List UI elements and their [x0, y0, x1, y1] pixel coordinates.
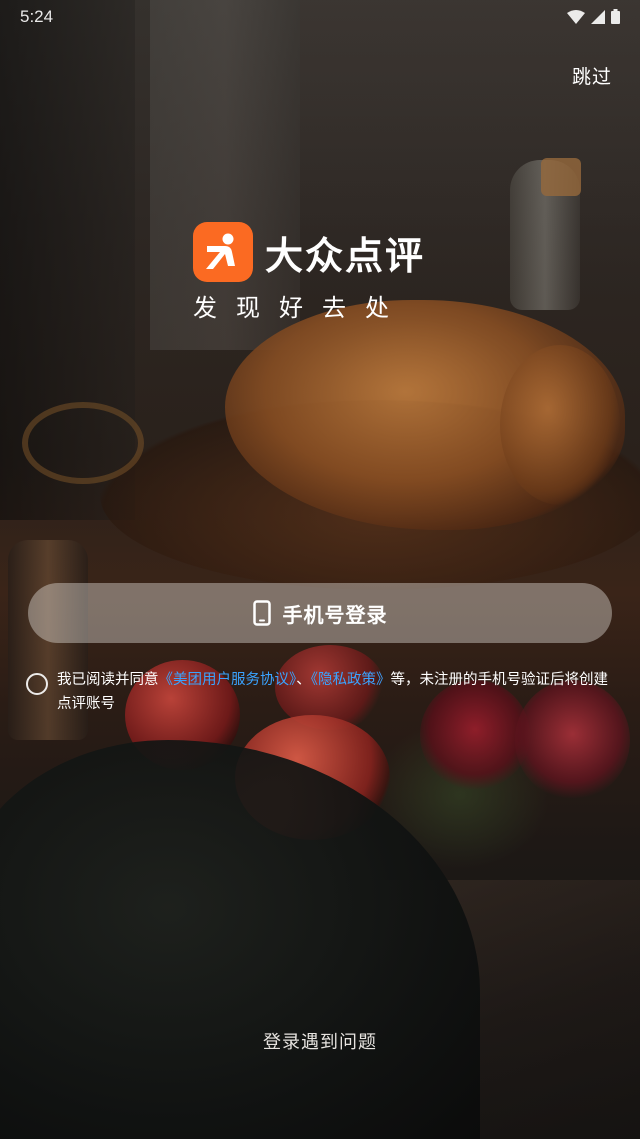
status-bar: 5:24	[0, 0, 640, 34]
background-bottle	[510, 160, 580, 310]
brand-slogan: 发现好去处	[193, 294, 408, 322]
background-apple	[235, 715, 390, 840]
status-time: 5:24	[20, 7, 54, 26]
agreement-separator: 、	[296, 672, 311, 688]
background-table	[380, 880, 640, 1139]
service-agreement-link[interactable]: 《美团用户服务协议》	[159, 672, 297, 688]
background-pillar	[0, 0, 135, 520]
signal-icon	[591, 9, 605, 24]
background-cloth	[0, 740, 480, 1139]
skip-button[interactable]: 跳过	[572, 62, 612, 89]
login-screen: 5:24 跳过 大众点评 发现好去处 手机号登录 我已阅读并同意《美团用户服务协…	[0, 0, 640, 1139]
battery-icon	[611, 9, 620, 24]
phone-login-label: 手机号登录	[282, 602, 388, 627]
login-trouble-link[interactable]: 登录遇到问题	[0, 1028, 640, 1054]
background-roasting-pan	[100, 400, 640, 590]
background-leaves	[370, 720, 550, 870]
agreement-checkbox[interactable]	[26, 673, 48, 695]
privacy-policy-link[interactable]: 《隐私政策》	[311, 672, 391, 688]
dianping-person-icon	[193, 222, 253, 282]
background-turkey-leg	[500, 345, 620, 505]
agreement-text: 我已阅读并同意《美团用户服务协议》、《隐私政策》等，未注册的手机号验证后将创建点…	[57, 668, 617, 716]
phone-login-button[interactable]: 手机号登录	[28, 583, 612, 643]
brand-logo: 大众点评	[193, 222, 425, 282]
brand-name: 大众点评	[265, 233, 426, 278]
wifi-icon	[567, 9, 585, 24]
background-pan-handle	[22, 402, 144, 484]
background-bottle-cork	[541, 158, 581, 196]
agreement-prefix: 我已阅读并同意	[57, 672, 159, 688]
mobile-phone-icon	[252, 600, 271, 626]
background-roast-turkey	[225, 300, 625, 530]
status-icons	[567, 9, 620, 24]
